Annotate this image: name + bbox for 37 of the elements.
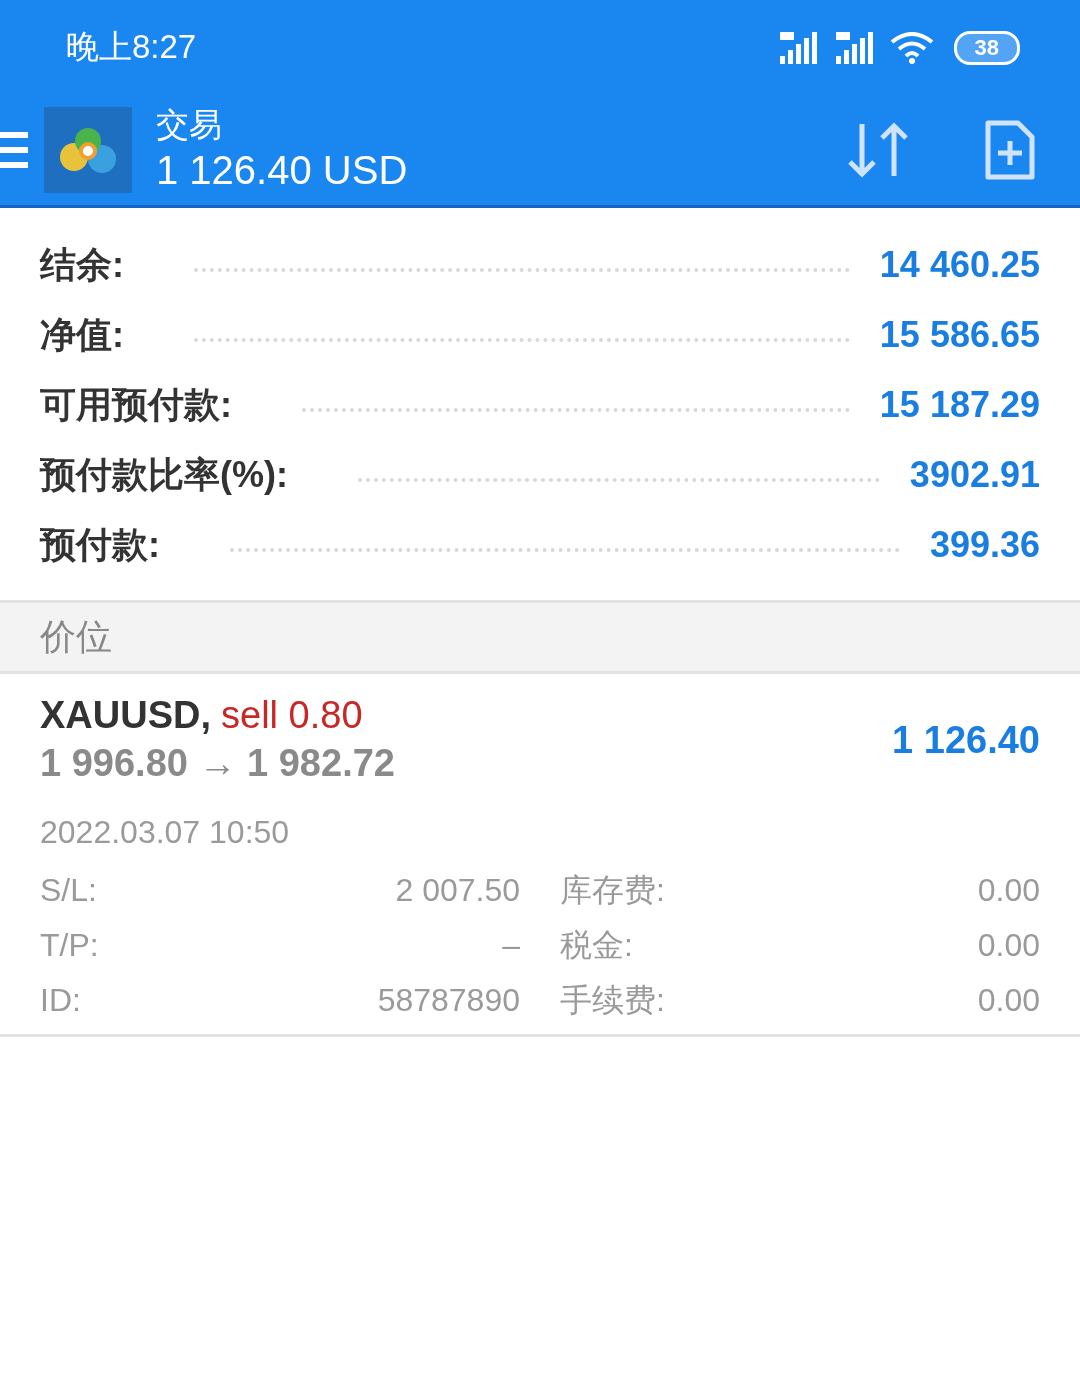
summary-label: 预付款比率(%):: [40, 452, 288, 497]
summary-value: 15 187.29: [879, 384, 1040, 426]
detail-value: 58787890: [376, 981, 520, 1020]
detail-value: 0.00: [977, 871, 1040, 910]
app-logo-icon[interactable]: [44, 107, 132, 193]
summary-label: 可用预付款:: [40, 382, 232, 427]
summary-value: 399.36: [929, 524, 1040, 566]
detail-label: T/P:: [40, 926, 100, 965]
detail-label: 税金:: [559, 926, 634, 965]
new-order-icon[interactable]: [984, 119, 1036, 181]
position-profit: 1 126.40: [892, 718, 1040, 762]
detail-value: 0.00: [977, 981, 1040, 1020]
position-card[interactable]: XAUUSD, sell 0.80 1 996.80 → 1 982.72 1 126.40 2022.03.07 10:50 S/L: 2 007.50 库存费: 0.00 T/P: – 税金: 0.00 ID: 58787890 手续费: 0.00: [0, 674, 1080, 1037]
summary-label: 结余:: [40, 242, 124, 287]
detail-label: 库存费:: [559, 871, 666, 910]
detail-value: –: [501, 926, 520, 965]
screen-title: 交易: [156, 105, 223, 145]
summary-value: 15 586.65: [879, 314, 1040, 356]
summary-value: 14 460.25: [879, 244, 1040, 286]
open-time: 2022.03.07 10:50: [40, 813, 291, 852]
summary-label: 预付款:: [40, 522, 160, 567]
price-change: 1 996.80 → 1 982.72: [40, 741, 395, 786]
menu-icon[interactable]: [0, 132, 28, 168]
symbol-name: XAUUSD,: [40, 694, 212, 736]
account-profit: 1 126.40 USD: [156, 147, 409, 194]
detail-value: 2 007.50: [394, 871, 520, 910]
detail-label: S/L:: [40, 871, 98, 910]
detail-value: 0.00: [977, 926, 1040, 965]
battery-icon: 38: [953, 30, 1020, 65]
detail-label: 手续费:: [559, 981, 666, 1020]
wifi-icon: [889, 31, 934, 64]
detail-label: ID:: [40, 981, 82, 1020]
trade-volume: sell 0.80: [221, 694, 363, 736]
status-time: 晚上8:27: [66, 27, 197, 67]
summary-label: 净值:: [40, 312, 124, 357]
summary-value: 3902.91: [909, 454, 1040, 496]
section-title: 价位: [40, 614, 112, 659]
